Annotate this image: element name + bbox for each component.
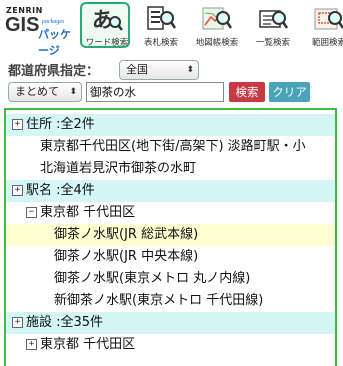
group-row[interactable]: + 東京都 千代田区 bbox=[6, 334, 335, 356]
list-item[interactable]: 東京都千代田区(地下街/高架下) 淡路町駅・小 bbox=[6, 136, 335, 158]
search-button[interactable]: 検索 bbox=[229, 82, 265, 102]
tab-list-search[interactable]: 一覧検索 bbox=[248, 2, 298, 48]
nameplate-search-icon bbox=[147, 6, 177, 30]
group-row[interactable]: − 東京都 千代田区 bbox=[6, 202, 335, 224]
tab-list-search-label: 一覧検索 bbox=[255, 38, 290, 48]
app-header: ZENRIN GIS packages パッケージ あ ワード検索 表札検索 地… bbox=[0, 0, 343, 57]
result-label: 東京都千代田区(地下街/高架下) 淡路町駅・小 bbox=[40, 139, 306, 154]
range-search-icon bbox=[314, 8, 343, 30]
result-label: 新御茶ノ水駅(東京メトロ 千代田線) bbox=[54, 293, 264, 308]
tab-range-search[interactable]: 範囲検索 bbox=[304, 2, 343, 48]
expand-toggle-icon[interactable]: + bbox=[12, 119, 23, 130]
logo-packages: packages bbox=[42, 19, 65, 25]
category-row-facility[interactable]: + 施設 :全35件 bbox=[6, 312, 335, 334]
atlas-search-icon bbox=[202, 7, 233, 30]
prefecture-row: 都道府県指定： 全国 ⬍ bbox=[0, 58, 343, 80]
tab-nameplate-search-label: 表札検索 bbox=[143, 38, 178, 48]
search-input[interactable]: 御茶の水 bbox=[86, 82, 224, 102]
grouping-select-value: まとめて bbox=[15, 85, 59, 98]
collapse-toggle-icon[interactable]: − bbox=[26, 207, 37, 218]
list-item[interactable]: 北海道岩見沢市御茶の水町 bbox=[6, 158, 335, 180]
list-item[interactable]: 御茶ノ水駅(JR 中央本線) bbox=[6, 246, 335, 268]
list-item-selected[interactable]: 御茶ノ水駅(JR 総武本線) bbox=[6, 224, 335, 246]
dropdown-arrow-icon: ⬍ bbox=[69, 87, 77, 97]
tab-nameplate-search[interactable]: 表札検索 bbox=[136, 2, 186, 48]
tab-atlas-search-label: 地図帳検索 bbox=[195, 38, 239, 48]
tab-word-search-label: ワード検索 bbox=[85, 38, 129, 48]
list-search-icon bbox=[259, 10, 289, 29]
result-label: 北海道岩見沢市御茶の水町 bbox=[40, 161, 197, 176]
grouping-select[interactable]: まとめて ⬍ bbox=[8, 82, 82, 102]
category-label: 施設 :全35件 bbox=[26, 315, 104, 330]
expand-toggle-icon[interactable]: + bbox=[12, 317, 23, 328]
result-panel: + 住所 :全2件 東京都千代田区(地下街/高架下) 淡路町駅・小 北海道岩見沢… bbox=[4, 108, 337, 366]
expand-toggle-icon[interactable]: + bbox=[12, 185, 23, 196]
zenrin-gis-logo: ZENRIN GIS packages パッケージ bbox=[4, 6, 78, 57]
prefecture-select-value: 全国 bbox=[126, 63, 148, 76]
list-item[interactable]: 新御茶ノ水駅(東京メトロ 千代田線) bbox=[6, 290, 335, 312]
category-label: 駅名 :全4件 bbox=[26, 183, 95, 198]
prefecture-label: 都道府県指定： bbox=[8, 64, 100, 79]
expand-toggle-icon[interactable]: + bbox=[26, 339, 37, 350]
result-label: 御茶ノ水駅(JR 総武本線) bbox=[54, 227, 199, 242]
word-search-icon: あ bbox=[92, 8, 123, 32]
logo-product: パッケージ bbox=[38, 28, 71, 57]
logo-gis: GIS bbox=[5, 14, 40, 36]
dropdown-arrow-icon: ⬍ bbox=[186, 65, 194, 75]
category-label: 住所 :全2件 bbox=[26, 117, 95, 132]
tab-atlas-search[interactable]: 地図帳検索 bbox=[192, 2, 242, 48]
search-row: まとめて ⬍ 御茶の水 検索 クリア bbox=[0, 82, 343, 104]
group-label: 東京都 千代田区 bbox=[40, 337, 136, 352]
prefecture-select[interactable]: 全国 ⬍ bbox=[119, 60, 199, 80]
category-row-station[interactable]: + 駅名 :全4件 bbox=[6, 180, 335, 202]
tab-word-search[interactable]: あ ワード検索 bbox=[80, 2, 130, 48]
category-row-address[interactable]: + 住所 :全2件 bbox=[6, 114, 335, 136]
group-label: 東京都 千代田区 bbox=[40, 205, 136, 220]
result-label: 御茶ノ水駅(東京メトロ 丸ノ内線) bbox=[54, 271, 251, 286]
list-item[interactable]: 御茶ノ水駅(東京メトロ 丸ノ内線) bbox=[6, 268, 335, 290]
clear-button[interactable]: クリア bbox=[269, 82, 310, 102]
result-label: 御茶ノ水駅(JR 中央本線) bbox=[54, 249, 199, 264]
tab-range-search-label: 範囲検索 bbox=[311, 38, 343, 48]
